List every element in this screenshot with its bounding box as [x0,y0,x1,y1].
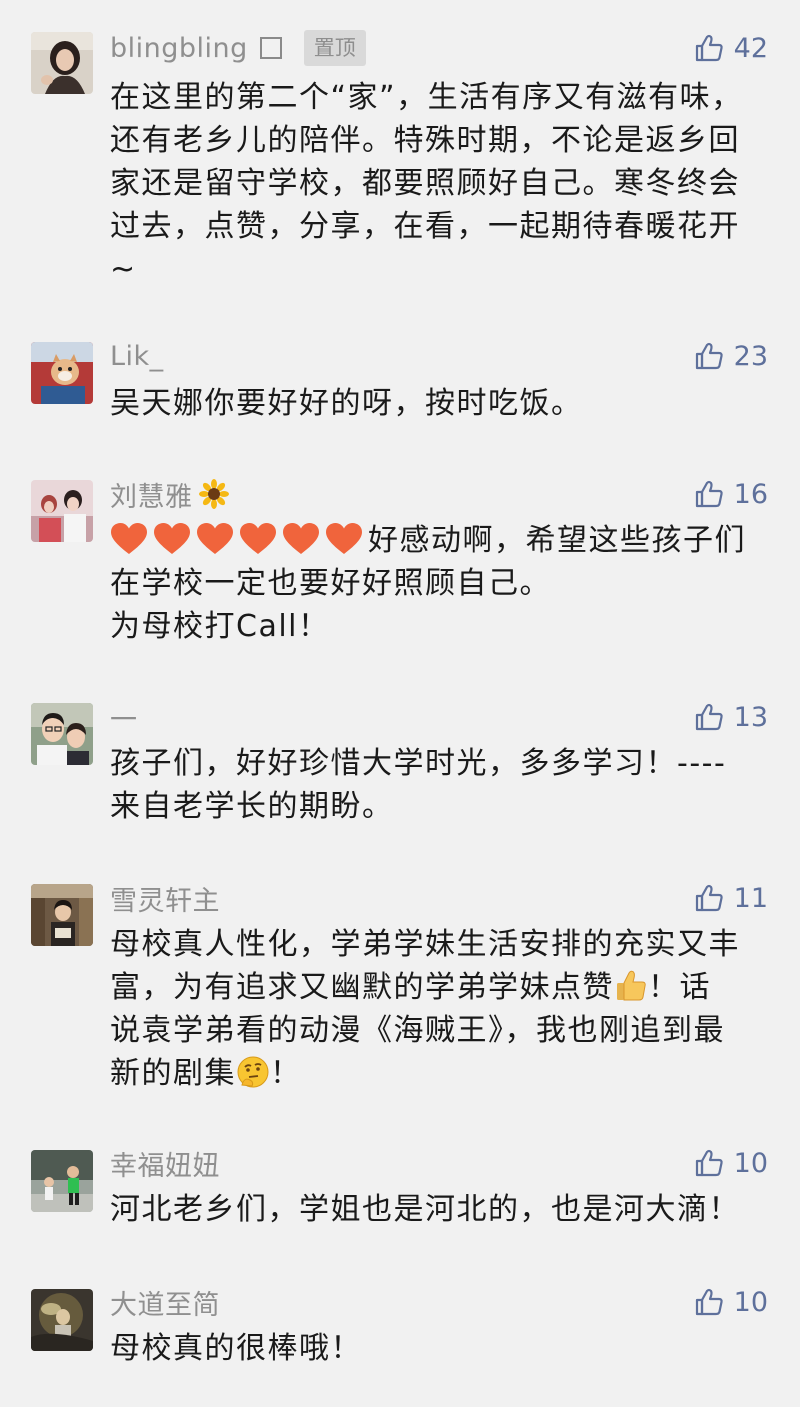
thumbs-up-icon [695,703,723,731]
comment-list: blingbling 置顶 42 在这里的第二个“家”，生活有序又有滋有味， 还… [0,0,800,1407]
heart-icon [154,523,190,554]
like-count: 13 [733,701,768,733]
like-count: 10 [733,1286,768,1318]
comment-line: 母校真人性化，学弟学妹生活安排的充实又丰 [110,927,740,962]
like-count: 11 [733,882,768,914]
comment-line-text: 新的剧集 [110,1056,236,1091]
comment-line: 来自老学长的期盼。 [110,789,394,824]
nickname[interactable]: Lik_ [110,341,164,372]
thumbs-up-icon [695,884,723,912]
like-button[interactable]: 42 [694,28,768,68]
comment-line: 过去，点赞，分享，在看，一起期待春暖花开 [110,209,740,244]
comment-line: 富，为有追求又幽默的学弟学妹点赞 ！话 [110,966,770,1009]
sunflower-icon [198,479,229,509]
heart-icon [111,523,147,554]
comment-line: 还有老乡儿的陪伴。特殊时期，不论是返乡回 [110,123,740,158]
comment-line: 母校真的很棒哦！ [110,1331,362,1366]
nickname-row: 大道至简 [110,1283,220,1322]
comment-line: ~ [110,252,137,287]
heart-icon [197,523,233,554]
comment-text: 河北老乡们，学姐也是河北的，也是河大滴！ [110,1188,770,1231]
comment-line: 好感动啊，希望这些孩子们 [110,519,770,562]
like-button[interactable]: 11 [694,878,768,918]
avatar[interactable] [31,1150,93,1212]
like-button[interactable]: 23 [694,336,768,376]
comment-line: 新的剧集 ！ [110,1052,770,1095]
thumbs-up-icon [695,34,723,62]
thumbs-up-emoji-icon [617,970,646,1001]
comment-text: 孩子们，好好珍惜大学时光，多多学习！---- 来自老学长的期盼。 [110,742,770,828]
nickname-row: 一 [110,698,138,737]
avatar[interactable] [31,703,93,765]
comment-text: 在这里的第二个“家”，生活有序又有滋有味， 还有老乡儿的陪伴。特殊时期，不论是返… [110,76,770,291]
like-button[interactable]: 10 [694,1282,768,1322]
comment-line: 孩子们，好好珍惜大学时光，多多学习！---- [110,746,727,781]
heart-icon [240,523,276,554]
avatar[interactable] [31,884,93,946]
heart-icon [283,523,319,554]
nickname[interactable]: 一 [110,698,138,737]
like-count: 23 [733,340,768,372]
comment-line: 在这里的第二个“家”，生活有序又有滋有味， [110,80,743,115]
comment-text: 好感动啊，希望这些孩子们 在学校一定也要好好照顾自己。 为母校打Call！ [110,519,770,648]
avatar[interactable] [31,480,93,542]
like-count: 16 [733,478,768,510]
comment-line-text: ！话 [648,970,711,1005]
nickname-row: 幸福妞妞 [110,1144,220,1183]
avatar[interactable] [31,1289,93,1351]
comment-line: 为母校打Call！ [110,609,330,644]
comment-text: 母校真人性化，学弟学妹生活安排的充实又丰 富，为有追求又幽默的学弟学妹点赞 ！话 … [110,923,770,1095]
comment-line: 说袁学弟看的动漫《海贼王》，我也刚追到最 [110,1013,725,1048]
nickname[interactable]: blingbling [110,33,248,64]
checkbox-icon [259,37,282,59]
avatar[interactable] [31,32,93,94]
pinned-badge: 置顶 [303,30,366,66]
nickname[interactable]: 雪灵轩主 [110,879,220,918]
like-button[interactable]: 10 [694,1143,768,1183]
nickname[interactable]: 大道至简 [110,1283,220,1322]
nickname-row: 雪灵轩主 [110,879,220,918]
comment-line: 河北老乡们，学姐也是河北的，也是河大滴！ [110,1192,740,1227]
thumbs-up-icon [695,1149,723,1177]
comment-line-text: ！ [270,1056,302,1091]
nickname-row: blingbling 置顶 [110,30,366,66]
comment-line: 家还是留守学校，都要照顾好自己。寒冬终会 [110,166,740,201]
thumbs-up-icon [695,1288,723,1316]
like-count: 42 [733,32,768,64]
nickname[interactable]: 刘慧雅 [110,475,193,514]
heart-icon [326,523,362,554]
comment-line-text: 富，为有追求又幽默的学弟学妹点赞 [110,970,614,1005]
comment-text: 吴天娜你要好好的呀，按时吃饭。 [110,382,770,425]
comment-line: 吴天娜你要好好的呀，按时吃饭。 [110,386,583,421]
avatar[interactable] [31,342,93,404]
comment-text: 母校真的很棒哦！ [110,1327,770,1370]
thumbs-up-icon [695,342,723,370]
comment-line-text: 好感动啊，希望这些孩子们 [368,523,746,558]
like-button[interactable]: 16 [694,474,768,514]
thinking-face-icon [237,1056,269,1088]
nickname[interactable]: 幸福妞妞 [110,1144,220,1183]
nickname-row: 刘慧雅 [110,475,229,514]
comment-line: 在学校一定也要好好照顾自己。 [110,566,551,601]
like-button[interactable]: 13 [694,697,768,737]
nickname-row: Lik_ [110,338,164,374]
thumbs-up-icon [695,480,723,508]
like-count: 10 [733,1147,768,1179]
